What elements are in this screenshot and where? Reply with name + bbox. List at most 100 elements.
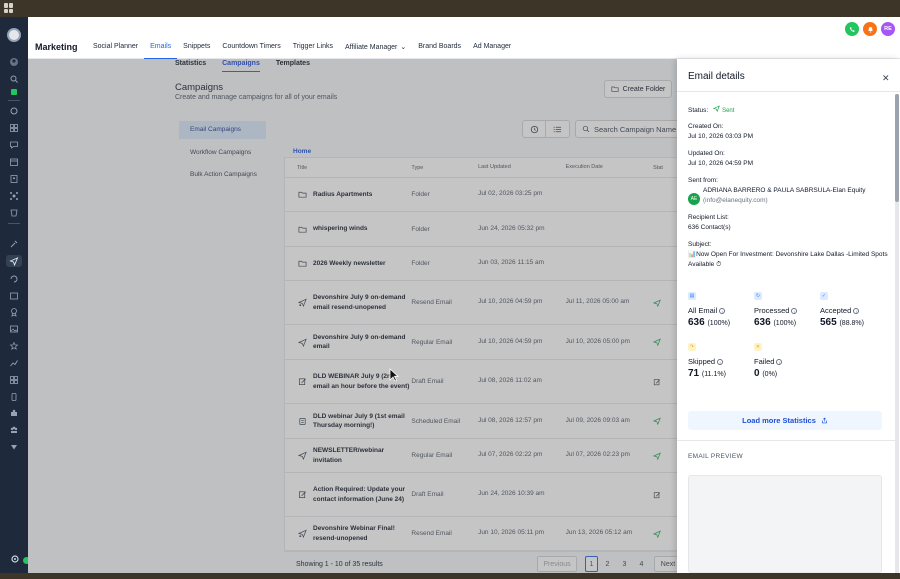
stat-accepted: ✓ Accepted i 565 (88.8%) (820, 292, 880, 328)
sidebar (0, 17, 30, 573)
top-nav: Social Planner Emails Snippets Countdown… (87, 43, 517, 59)
share-icon (821, 417, 827, 424)
stat-pct: (100%) (773, 320, 797, 327)
load-more-statistics-button[interactable]: Load more Statistics (688, 411, 882, 430)
stat-count: 71 (688, 368, 700, 379)
stat-failed: ✕ Failed i 0 (0%) (754, 343, 814, 379)
os-top-bar (0, 0, 900, 17)
nav-brand-boards[interactable]: Brand Boards (412, 43, 467, 59)
automation-icon[interactable] (9, 274, 19, 284)
send-icon (713, 105, 721, 113)
settings-gear-icon[interactable] (10, 554, 20, 564)
email-preview-frame[interactable] (688, 475, 882, 573)
opportunities-icon[interactable] (9, 191, 19, 201)
updated-label: Updated On: (688, 150, 725, 157)
created-value: Jul 10, 2026 03:03 PM (688, 132, 754, 140)
ai-agents-icon[interactable] (9, 239, 19, 249)
recipient-list: Recipient List: 636 Contact(s) (688, 213, 731, 233)
reporting-icon[interactable] (9, 358, 19, 368)
panel-title: Email details (688, 71, 745, 82)
mail-icon: ▤ (688, 292, 696, 300)
info-icon[interactable]: i (791, 307, 798, 314)
phone-icon[interactable] (845, 22, 859, 36)
info-icon[interactable]: i (719, 307, 726, 314)
sites-icon[interactable] (9, 291, 19, 301)
search-icon[interactable] (9, 74, 19, 84)
sent-from-label: Sent from: (688, 177, 718, 184)
panel-scrollbar[interactable] (895, 94, 899, 573)
updated-on: Updated On: Jul 10, 2026 04:59 PM (688, 149, 753, 169)
nav-affiliate-manager[interactable]: Affiliate Manager ⌄ (339, 43, 412, 59)
contacts-icon[interactable] (9, 174, 19, 184)
conversations-icon[interactable] (9, 140, 19, 150)
stat-accepted-label: Accepted i (820, 306, 880, 315)
email-details-panel: Email details ✕ Status: Sent Created On:… (677, 59, 900, 573)
payments-icon[interactable] (9, 208, 19, 218)
subject-value: 📊Now Open For Investment: Devonshire Lak… (688, 250, 888, 268)
location-logo[interactable] (7, 28, 21, 42)
status-value: Sent (722, 108, 735, 114)
stat-count: 565 (820, 317, 837, 328)
nav-trigger-links[interactable]: Trigger Links (287, 43, 339, 59)
os-bottom-bar (0, 573, 900, 579)
sender-email: (info@elanequity.com) (703, 196, 768, 204)
quick-action-icon[interactable] (9, 87, 19, 97)
stat-processed-label: Processed i (754, 306, 814, 315)
recipient-value: 636 Contact(s) (688, 223, 731, 231)
stat-pct: (11.1%) (701, 371, 726, 378)
stat-skipped-label: Skipped i (688, 357, 748, 366)
user-icon[interactable] (9, 57, 19, 67)
stat-processed: ↻ Processed i 636 (100%) (754, 292, 814, 328)
nav-emails[interactable]: Emails (144, 43, 178, 59)
subject: Subject: 📊Now Open For Investment: Devon… (688, 240, 888, 269)
marketing-icon[interactable] (6, 255, 22, 267)
stat-pct: (0%) (762, 371, 778, 378)
info-icon[interactable]: i (717, 358, 724, 365)
stat-label: Accepted (820, 306, 852, 315)
stat-all-email: ▤ All Email i 636 (100%) (688, 292, 748, 328)
stat-label: Processed (754, 306, 790, 315)
bell-icon[interactable] (863, 22, 877, 36)
load-more-label: Load more Statistics (742, 416, 816, 425)
app-marketplace-icon[interactable] (9, 375, 19, 385)
check-icon: ✓ (820, 292, 828, 300)
media-icon[interactable] (9, 324, 19, 334)
close-icon[interactable]: ✕ (882, 73, 890, 84)
stat-processed-value: 636 (100%) (754, 317, 814, 328)
store-icon[interactable] (9, 408, 19, 418)
user-avatar[interactable]: RE (881, 22, 895, 36)
calendar-icon[interactable] (9, 157, 19, 167)
launchpad-icon[interactable] (9, 106, 19, 116)
nav-countdown-timers[interactable]: Countdown Timers (216, 43, 286, 59)
mouse-cursor-icon (389, 368, 399, 382)
nav-social-planner[interactable]: Social Planner (87, 43, 144, 59)
updated-value: Jul 10, 2026 04:59 PM (688, 159, 754, 167)
stat-failed-label: Failed i (754, 357, 814, 366)
stat-count: 0 (754, 368, 760, 379)
stat-accepted-value: 565 (88.8%) (820, 317, 880, 328)
status-badge: Sent (710, 105, 735, 114)
sender-avatar: AE (688, 193, 700, 205)
memberships-icon[interactable] (9, 307, 19, 317)
info-icon[interactable]: i (853, 307, 860, 314)
stat-label: Failed (754, 357, 775, 366)
stat-count: 636 (754, 317, 771, 328)
dashboard-icon[interactable] (9, 123, 19, 133)
app-grid-icon[interactable] (4, 3, 14, 13)
sender-name: ADRIANA BARRERO & PAULA SABRSULA-Elan Eq… (703, 187, 866, 194)
info-icon[interactable]: i (776, 358, 783, 365)
stat-label: Skipped (688, 357, 716, 366)
nav-snippets[interactable]: Snippets (177, 43, 216, 59)
community-icon[interactable] (9, 425, 19, 435)
status-label: Status: (688, 107, 709, 114)
modal-overlay[interactable] (28, 59, 677, 573)
reputation-icon[interactable] (9, 341, 19, 351)
header-actions: RE (845, 22, 895, 36)
collapse-icon[interactable] (9, 442, 19, 452)
stat-failed-value: 0 (0%) (754, 368, 814, 379)
mobile-app-icon[interactable] (9, 392, 19, 402)
sender-info: ADRIANA BARRERO & PAULA SABRSULA-Elan Eq… (703, 186, 893, 206)
stat-all-email-value: 636 (100%) (688, 317, 748, 328)
nav-ad-manager[interactable]: Ad Manager (467, 43, 517, 59)
app-title: Marketing (35, 42, 78, 52)
